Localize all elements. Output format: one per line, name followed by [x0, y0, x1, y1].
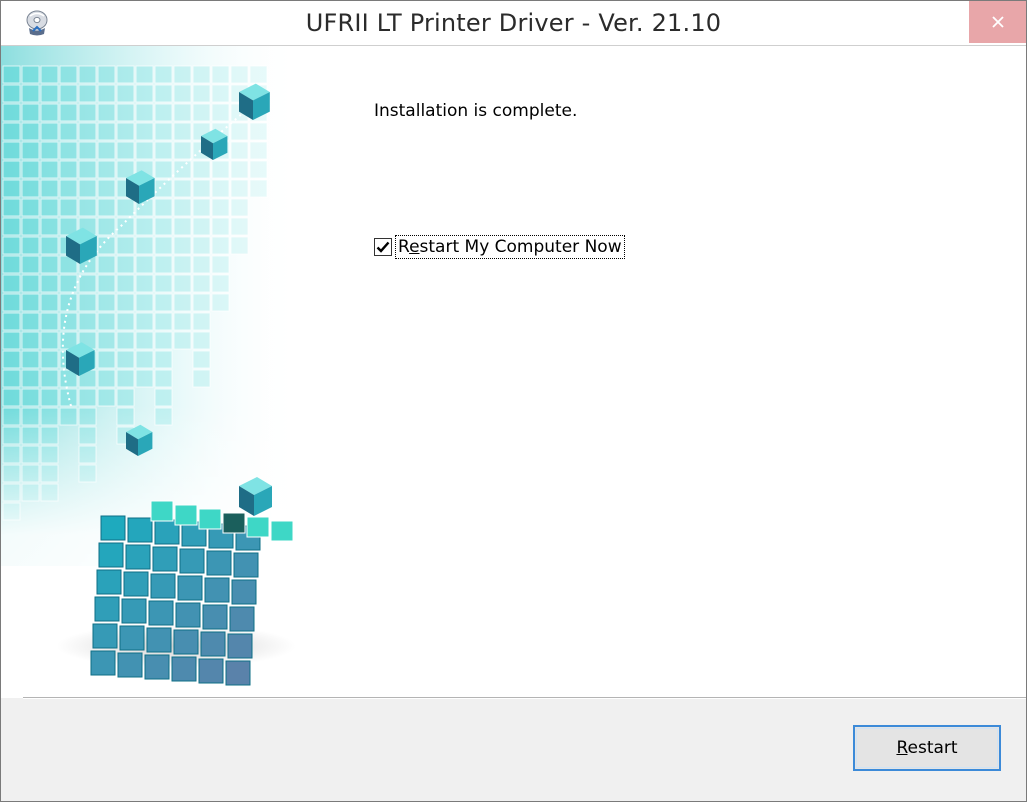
big-cube-block: [177, 575, 203, 601]
big-cube-top-block: [174, 504, 198, 526]
big-cube-block: [229, 606, 255, 632]
big-cube-top-block: [222, 512, 246, 534]
big-cube-block: [94, 596, 120, 622]
restart-now-checkbox[interactable]: [374, 238, 392, 256]
big-cube-block: [171, 656, 197, 682]
big-cube-block: [175, 602, 201, 628]
label-part-2: start My Computer Now: [419, 237, 622, 257]
big-cube-block: [179, 548, 205, 574]
big-cube-block: [200, 631, 226, 657]
label-accelerator: e: [409, 237, 420, 257]
big-cube-block: [92, 623, 118, 649]
window-title: UFRII LT Printer Driver - Ver. 21.10: [305, 9, 722, 37]
close-icon: [991, 15, 1005, 29]
big-cube-block: [123, 571, 149, 597]
big-cube-block: [233, 552, 259, 578]
completion-message: Installation is complete.: [374, 101, 578, 121]
big-cube-block: [150, 573, 176, 599]
title-bar[interactable]: UFRII LT Printer Driver - Ver. 21.10: [1, 1, 1026, 45]
big-cube-block: [121, 598, 147, 624]
cube-banner-image: [1, 46, 341, 698]
content-panel: Installation is complete. Restart My Com…: [1, 45, 1026, 698]
big-cube-top-block: [150, 500, 174, 522]
big-cube-block: [225, 660, 251, 686]
big-cube-block: [144, 654, 170, 680]
installer-window: UFRII LT Printer Driver - Ver. 21.10 Ins…: [0, 0, 1027, 802]
restart-now-label[interactable]: Restart My Computer Now: [395, 235, 625, 259]
restart-button[interactable]: Restart: [853, 725, 1001, 771]
close-button[interactable]: [969, 1, 1026, 43]
big-cube-top-block: [270, 520, 294, 542]
big-cube-block: [204, 577, 230, 603]
big-cube-block: [146, 627, 172, 653]
big-cube-block: [100, 515, 126, 541]
big-cube-block: [127, 517, 153, 543]
big-cube-block: [148, 600, 174, 626]
big-cube-block: [96, 569, 122, 595]
big-cube-block: [202, 604, 228, 630]
big-cube-block: [98, 542, 124, 568]
checkmark-icon: [376, 241, 390, 253]
big-cube-block: [90, 650, 116, 676]
big-cube-block: [117, 652, 143, 678]
restart-button-focus-ring: [856, 728, 998, 768]
big-cube-block: [119, 625, 145, 651]
big-cube-block: [198, 658, 224, 684]
restart-now-checkbox-row[interactable]: Restart My Computer Now: [374, 234, 625, 260]
big-cube-block: [173, 629, 199, 655]
big-cube-block: [125, 544, 151, 570]
big-cube-block: [206, 550, 232, 576]
big-cube-top-block: [198, 508, 222, 530]
big-cube-block: [152, 546, 178, 572]
label-part-1: R: [398, 237, 410, 257]
big-cube-block: [227, 633, 253, 659]
big-cube-block: [231, 579, 257, 605]
footer-divider-highlight: [23, 698, 1026, 699]
big-cube-top-block: [246, 516, 270, 538]
